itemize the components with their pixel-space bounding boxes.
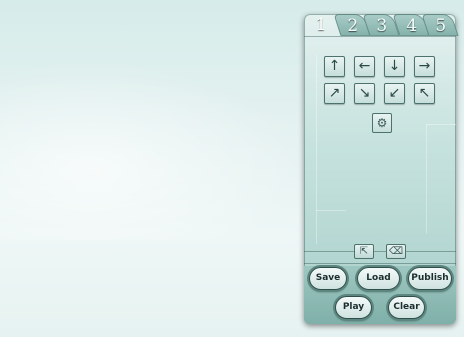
play-button-label: Play: [342, 302, 365, 312]
play-button[interactable]: Play: [335, 296, 372, 319]
decorative-line: [426, 124, 456, 125]
load-button-label: Load: [366, 273, 391, 283]
decorative-line: [426, 124, 427, 234]
gear-icon: ⚙: [376, 116, 388, 130]
arrow-up-icon: ↑: [328, 58, 341, 74]
eraser-button[interactable]: ⌫: [386, 244, 406, 259]
arrow-down-left-icon: ↙: [388, 85, 401, 101]
settings-button[interactable]: ⚙: [372, 113, 392, 133]
arrow-up-button[interactable]: ↑: [324, 56, 345, 77]
divider: [304, 251, 456, 252]
arrow-up-left-button[interactable]: ↖: [414, 83, 435, 104]
decorative-line: [316, 210, 346, 211]
tab-divider: [304, 36, 456, 37]
arrow-left-icon: ←: [358, 58, 371, 74]
arrow-down-right-button[interactable]: ↘: [354, 83, 375, 104]
decorative-line: [316, 54, 317, 244]
clear-button[interactable]: Clear: [388, 296, 425, 319]
save-button[interactable]: Save: [309, 267, 347, 290]
divider: [304, 263, 456, 264]
publish-button[interactable]: Publish: [408, 267, 452, 290]
arrow-down-left-button[interactable]: ↙: [384, 83, 405, 104]
reset-button[interactable]: ⇱: [354, 244, 374, 259]
save-button-label: Save: [315, 273, 341, 283]
tab-strip: 1 2 3 4 5: [304, 14, 459, 36]
arrow-right-icon: →: [418, 58, 431, 74]
arrow-left-button[interactable]: ←: [354, 56, 375, 77]
arrow-up-right-icon: ↗: [328, 85, 341, 101]
tab-1-label: 1: [315, 15, 327, 35]
arrow-down-right-icon: ↘: [358, 85, 371, 101]
clear-button-label: Clear: [393, 302, 420, 312]
control-panel: 1 2 3 4 5 ↑ ← ↓ → ↗ ↘ ↙ ↖ ⚙ ⇱ ⌫ Save Loa…: [304, 14, 459, 324]
tab-1[interactable]: 1: [306, 14, 336, 36]
arrow-right-button[interactable]: →: [414, 56, 435, 77]
arrow-up-left-icon: ↖: [418, 85, 431, 101]
tab-5-label: 5: [434, 16, 446, 36]
tab-4-label: 4: [405, 16, 417, 36]
eraser-icon: ⌫: [388, 246, 404, 257]
arrow-down-icon: ↓: [388, 58, 401, 74]
tab-5[interactable]: 5: [421, 14, 459, 36]
load-button[interactable]: Load: [357, 267, 400, 290]
tab-3-label: 3: [375, 16, 387, 36]
arrow-down-button[interactable]: ↓: [384, 56, 405, 77]
tab-2-label: 2: [346, 16, 358, 36]
publish-button-label: Publish: [411, 273, 449, 283]
reset-icon: ⇱: [359, 246, 369, 257]
arrow-up-right-button[interactable]: ↗: [324, 83, 345, 104]
background-haze: [0, 60, 300, 240]
